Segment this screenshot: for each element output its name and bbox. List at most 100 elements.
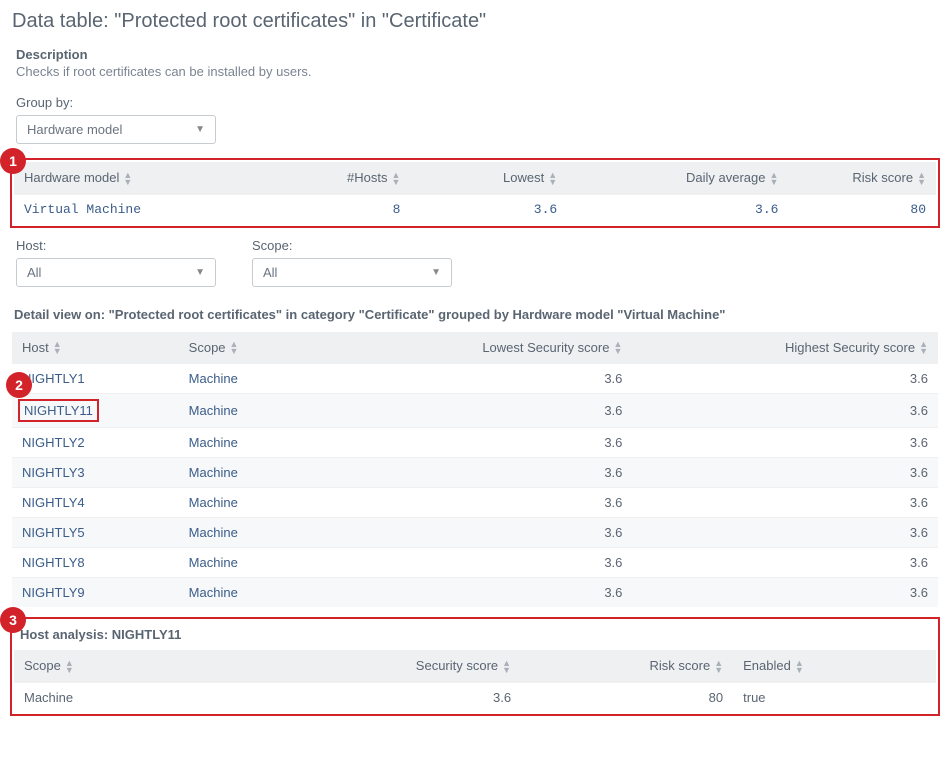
detail-scope-link[interactable]: Machine	[179, 578, 327, 608]
host-filter-dropdown[interactable]: All ▼	[16, 258, 216, 287]
col-hosts[interactable]: #Hosts▲▼	[235, 162, 410, 194]
detail-view-title: Detail view on: "Protected root certific…	[14, 307, 942, 322]
scope-filter-dropdown[interactable]: All ▼	[252, 258, 452, 287]
detail-lowsec: 3.6	[327, 364, 633, 394]
host-filter-value: All	[27, 265, 41, 280]
caret-down-icon: ▼	[195, 124, 205, 135]
table-row[interactable]: 2NIGHTLY11Machine3.63.6	[12, 394, 938, 428]
detail-highsec: 3.6	[632, 458, 938, 488]
detail-highsec: 3.6	[632, 488, 938, 518]
caret-down-icon: ▼	[195, 267, 205, 278]
detail-host-link[interactable]: NIGHTLY3	[12, 458, 179, 488]
detail-scope-link[interactable]: Machine	[179, 458, 327, 488]
table-row[interactable]: NIGHTLY9Machine3.63.6	[12, 578, 938, 608]
sort-icon: ▲▼	[770, 172, 779, 186]
summary-header-row: Hardware model▲▼ #Hosts▲▼ Lowest▲▼ Daily…	[14, 162, 936, 194]
col-secscore[interactable]: Security score▲▼	[198, 650, 521, 682]
summary-lowest: 3.6	[410, 194, 567, 224]
col-scope[interactable]: Scope▲▼	[14, 650, 198, 682]
table-row[interactable]: NIGHTLY2Machine3.63.6	[12, 428, 938, 458]
summary-hosts: 8	[235, 194, 410, 224]
detail-host-link[interactable]: NIGHTLY8	[12, 548, 179, 578]
detail-highsec: 3.6	[632, 548, 938, 578]
host-filter-label: Host:	[16, 238, 216, 253]
detail-highsec: 3.6	[632, 578, 938, 608]
sort-icon: ▲▼	[230, 341, 239, 355]
sort-icon: ▲▼	[613, 341, 622, 355]
col-lowsec[interactable]: Lowest Security score▲▼	[327, 332, 633, 364]
col-daily[interactable]: Daily average▲▼	[567, 162, 788, 194]
annotation-marker-2: 2	[6, 372, 32, 398]
caret-down-icon: ▼	[431, 267, 441, 278]
analysis-row: Machine 3.6 80 true	[14, 682, 936, 712]
table-row[interactable]: NIGHTLY4Machine3.63.6	[12, 488, 938, 518]
page-title: Data table: "Protected root certificates…	[12, 10, 942, 33]
annotation-marker-3: 3	[0, 607, 26, 633]
col-enabled[interactable]: Enabled▲▼	[733, 650, 936, 682]
sort-icon: ▲▼	[53, 341, 62, 355]
col-riskscore[interactable]: Risk score▲▼	[521, 650, 733, 682]
detail-host-link[interactable]: NIGHTLY9	[12, 578, 179, 608]
groupby-label: Group by:	[16, 95, 942, 110]
summary-risk: 80	[788, 194, 936, 224]
table-row[interactable]: NIGHTLY1Machine3.63.6	[12, 364, 938, 394]
detail-scope-link[interactable]: Machine	[179, 428, 327, 458]
sort-icon: ▲▼	[502, 660, 511, 674]
table-row[interactable]: NIGHTLY5Machine3.63.6	[12, 518, 938, 548]
groupby-dropdown[interactable]: Hardware model ▼	[16, 115, 216, 144]
col-hwmodel[interactable]: Hardware model▲▼	[14, 162, 235, 194]
col-highsec[interactable]: Highest Security score▲▼	[632, 332, 938, 364]
filters-row: Host: All ▼ Scope: All ▼	[8, 238, 942, 287]
summary-row[interactable]: Virtual Machine 8 3.6 3.6 80	[14, 194, 936, 224]
host-analysis-highlight-box: 3 Host analysis: NIGHTLY11 Scope▲▼ Secur…	[10, 617, 940, 716]
col-host[interactable]: Host▲▼	[12, 332, 179, 364]
detail-header-row: Host▲▼ Scope▲▼ Lowest Security score▲▼ H…	[12, 332, 938, 364]
col-scope[interactable]: Scope▲▼	[179, 332, 327, 364]
detail-lowsec: 3.6	[327, 428, 633, 458]
detail-lowsec: 3.6	[327, 578, 633, 608]
scope-filter-value: All	[263, 265, 277, 280]
detail-host-link[interactable]: NIGHTLY1	[12, 364, 179, 394]
host-analysis-title: Host analysis: NIGHTLY11	[14, 621, 936, 650]
detail-lowsec: 3.6	[327, 548, 633, 578]
detail-host-link[interactable]: NIGHTLY2	[12, 428, 179, 458]
sort-icon: ▲▼	[392, 172, 401, 186]
analysis-scope: Machine	[14, 682, 198, 712]
analysis-enabled: true	[733, 682, 936, 712]
analysis-secscore: 3.6	[198, 682, 521, 712]
description-label: Description	[16, 47, 942, 62]
col-lowest[interactable]: Lowest▲▼	[410, 162, 567, 194]
detail-scope-link[interactable]: Machine	[179, 548, 327, 578]
detail-scope-link[interactable]: Machine	[179, 394, 327, 428]
summary-highlight-box: 1 Hardware model▲▼ #Hosts▲▼ Lowest▲▼ Dai…	[10, 158, 940, 228]
detail-host-link[interactable]: NIGHTLY5	[12, 518, 179, 548]
table-row[interactable]: NIGHTLY3Machine3.63.6	[12, 458, 938, 488]
sort-icon: ▲▼	[548, 172, 557, 186]
analysis-riskscore: 80	[521, 682, 733, 712]
detail-scope-link[interactable]: Machine	[179, 488, 327, 518]
table-row[interactable]: NIGHTLY8Machine3.63.6	[12, 548, 938, 578]
sort-icon: ▲▼	[919, 341, 928, 355]
sort-icon: ▲▼	[714, 660, 723, 674]
description-text: Checks if root certificates can be insta…	[16, 64, 942, 79]
detail-host-link[interactable]: NIGHTLY4	[12, 488, 179, 518]
detail-host-link[interactable]: 2NIGHTLY11	[12, 394, 179, 428]
groupby-value: Hardware model	[27, 122, 122, 137]
detail-highsec: 3.6	[632, 518, 938, 548]
analysis-header-row: Scope▲▼ Security score▲▼ Risk score▲▼ En…	[14, 650, 936, 682]
detail-scope-link[interactable]: Machine	[179, 364, 327, 394]
sort-icon: ▲▼	[65, 660, 74, 674]
detail-highsec: 3.6	[632, 364, 938, 394]
detail-lowsec: 3.6	[327, 488, 633, 518]
host-analysis-table: Scope▲▼ Security score▲▼ Risk score▲▼ En…	[14, 650, 936, 712]
detail-highsec: 3.6	[632, 428, 938, 458]
detail-scope-link[interactable]: Machine	[179, 518, 327, 548]
col-risk[interactable]: Risk score▲▼	[788, 162, 936, 194]
detail-lowsec: 3.6	[327, 458, 633, 488]
sort-icon: ▲▼	[917, 172, 926, 186]
sort-icon: ▲▼	[123, 172, 132, 186]
detail-lowsec: 3.6	[327, 518, 633, 548]
sort-icon: ▲▼	[795, 660, 804, 674]
summary-hwmodel-link[interactable]: Virtual Machine	[14, 194, 235, 224]
summary-daily: 3.6	[567, 194, 788, 224]
